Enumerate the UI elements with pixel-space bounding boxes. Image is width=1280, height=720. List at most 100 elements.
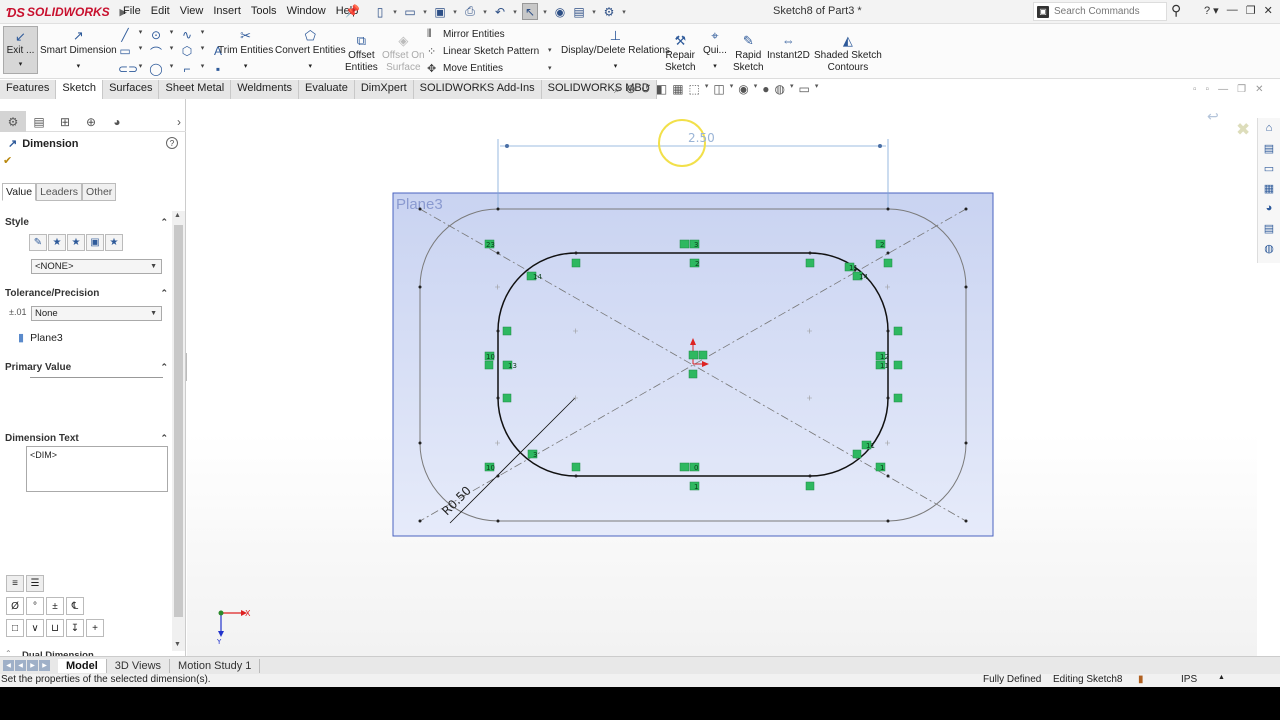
symbol-degree-button[interactable]: ° (26, 597, 44, 615)
rectangle-dropdown-icon[interactable]: ▾ (138, 44, 143, 61)
scroll-down-icon[interactable]: ▼ (174, 641, 181, 648)
trim-entities-button[interactable]: ✂ Trim Entities ▾ (218, 28, 273, 73)
collapse-icon[interactable]: ⌃ (160, 433, 168, 444)
undo-icon[interactable]: ↶ (492, 3, 508, 20)
exit-sketch-button[interactable]: ↙ Exit ... ▾ (3, 26, 38, 74)
slot-dropdown-icon[interactable]: ▾ (138, 62, 143, 76)
subtab-other[interactable]: Other (82, 183, 117, 201)
options-dropdown-icon[interactable]: ▾ (620, 3, 628, 20)
section-view-icon[interactable]: ◧ (656, 82, 667, 97)
rebuild-icon[interactable]: ◉ (552, 3, 568, 20)
graphics-area[interactable]: Plane3 R0.50 2.50 23 3 2 2 11 14 14 10 1… (187, 99, 1257, 656)
scroll-up-icon[interactable]: ▲ (174, 212, 181, 219)
sketch-canvas[interactable]: Plane3 R0.50 2.50 23 3 2 2 11 14 14 10 1… (187, 99, 1257, 656)
cancel-corner-icon[interactable]: ✖ (1236, 120, 1250, 140)
appearances-icon[interactable]: ◕ (1261, 200, 1277, 216)
feature-manager-tab-icon[interactable]: ⚙ (0, 111, 26, 132)
ellipse-dropdown-icon[interactable]: ▾ (169, 62, 174, 76)
mirror-entities-button[interactable]: ⫴ Mirror Entities (427, 28, 505, 41)
collapse-icon[interactable]: ⌃ (160, 362, 168, 373)
exit-sketch-dropdown-icon[interactable]: ▾ (19, 60, 23, 68)
polygon-dropdown-icon[interactable]: ▾ (200, 44, 205, 61)
tab-dimxpert[interactable]: DimXpert (354, 80, 414, 99)
zoom-to-fit-icon[interactable]: ⌕ (614, 82, 621, 97)
options-gear-icon[interactable]: ⚙ (601, 3, 617, 20)
dimension-text-field[interactable]: <DIM> (26, 446, 168, 492)
instant2d-button[interactable]: ⇔ Instant2D (767, 33, 810, 62)
circle-dropdown-icon[interactable]: ▾ (169, 28, 174, 42)
symbol-diameter-button[interactable]: Ø (6, 597, 24, 615)
solidworks-forum-icon[interactable]: ◍ (1261, 240, 1277, 256)
circle-icon[interactable]: ⊙ (149, 28, 163, 42)
align-left-icon[interactable]: ≡ (6, 575, 24, 592)
undo-dropdown-icon[interactable]: ▾ (511, 3, 519, 20)
repair-sketch-button[interactable]: ⚒ Repair Sketch (665, 33, 696, 74)
offset-on-surface-button[interactable]: ◈ Offset On Surface (382, 33, 425, 74)
doc-tile2-icon[interactable]: ▫ (1206, 84, 1210, 95)
offset-entities-button[interactable]: ⧉ Offset Entities (345, 33, 378, 74)
help-button[interactable]: ? ▾ (1204, 4, 1219, 17)
subtab-leaders[interactable]: Leaders (36, 183, 83, 201)
open-dropdown-icon[interactable]: ▾ (421, 3, 429, 20)
polygon-icon[interactable]: ⬡ (180, 44, 194, 61)
tab-surfaces[interactable]: Surfaces (103, 80, 160, 99)
menu-edit[interactable]: Edit (146, 4, 175, 18)
property-manager-tab-icon[interactable]: ▤ (26, 111, 52, 132)
custom-properties-icon[interactable]: ▤ (1261, 220, 1277, 236)
view-orientation-dropdown-icon[interactable]: ▾ (705, 82, 709, 97)
file-explorer-icon[interactable]: ▭ (1261, 160, 1277, 176)
doc-tile-icon[interactable]: ▫ (1193, 84, 1197, 95)
restore-icon[interactable]: ❐ (1246, 4, 1256, 17)
tab-addins[interactable]: SOLIDWORKS Add-Ins (413, 80, 542, 99)
minimize-icon[interactable]: — (1227, 4, 1238, 17)
rapid-sketch-button[interactable]: ✎ Rapid Sketch (733, 33, 764, 74)
view-settings-icon[interactable]: ▭ (799, 82, 810, 97)
rectangle-icon[interactable]: ▭ (118, 44, 132, 61)
symbol-counterbore-button[interactable]: ⊔ (46, 619, 64, 637)
quick-snaps-button[interactable]: ⌖ Qui... ▾ (703, 28, 727, 73)
hide-show-items-icon[interactable]: ◉ (738, 82, 748, 97)
confirmation-corner-icon[interactable]: ↩ (1207, 108, 1219, 125)
menu-insert[interactable]: Insert (208, 4, 246, 18)
next-tab-icon[interactable]: ▶ (27, 660, 38, 671)
align-center-icon[interactable]: ☰ (26, 575, 44, 592)
apply-scene-icon[interactable]: ◍ (775, 82, 785, 97)
primary-value-group-header[interactable]: Primary Value ⌃ (5, 362, 168, 373)
display-manager-tab-icon[interactable]: ◕ (104, 111, 130, 132)
fillet-dropdown-icon[interactable]: ▾ (200, 62, 205, 76)
pm-help-button[interactable]: ? (166, 137, 178, 149)
slot-icon[interactable]: ⊂⊃ (118, 62, 138, 76)
line-icon[interactable]: ╱ (118, 28, 132, 42)
convert-dropdown-icon[interactable]: ▾ (309, 61, 313, 73)
file-properties-icon[interactable]: ▤ (571, 3, 587, 20)
spline-icon[interactable]: ∿ (180, 28, 194, 42)
open-folder-icon[interactable]: ▭ (402, 3, 418, 20)
zoom-to-area-icon[interactable]: ⊕ (626, 82, 636, 97)
tab-3d-views[interactable]: 3D Views (107, 658, 171, 673)
tab-features[interactable]: Features (0, 80, 57, 99)
view-palette-icon[interactable]: ▦ (1261, 180, 1277, 196)
view-settings-dropdown-icon[interactable]: ▾ (815, 82, 819, 97)
dimxpert-manager-tab-icon[interactable]: ⊕ (78, 111, 104, 132)
style-combo[interactable]: <NONE> ▼ (31, 259, 162, 274)
smart-dimension-dropdown-icon[interactable]: ▾ (77, 61, 81, 73)
ellipse-icon[interactable]: ◯ (149, 62, 163, 76)
solidworks-logo[interactable]: ƊS SOLIDWORKS ▶ (6, 3, 127, 21)
select-arrow-icon[interactable]: ↖ (522, 3, 538, 20)
tolerance-combo[interactable]: None ▼ (31, 306, 162, 321)
doc-restore-icon[interactable]: ❐ (1237, 84, 1246, 95)
fillet-icon[interactable]: ⌐ (180, 62, 194, 76)
previous-view-icon[interactable]: ↺ (641, 82, 651, 97)
units-dropdown-icon[interactable]: ▲ (1218, 674, 1225, 681)
linear-pattern-dropdown-icon[interactable]: ▾ (548, 46, 552, 54)
pm-scroll-thumb[interactable] (174, 225, 183, 617)
save-icon[interactable]: ▣ (432, 3, 448, 20)
solidworks-resources-icon[interactable]: ⌂ (1261, 120, 1277, 136)
view-orientation-icon[interactable]: ⬚ (689, 82, 700, 97)
convert-entities-button[interactable]: ⬠ Convert Entities ▾ (275, 28, 346, 73)
scene-dropdown-icon[interactable]: ▾ (790, 82, 794, 97)
display-style-icon[interactable]: ◫ (713, 82, 724, 97)
dimension-text-group-header[interactable]: Dimension Text ⌃ (5, 433, 168, 444)
smart-dimension-button[interactable]: ↗ Smart Dimension ▾ (40, 28, 117, 73)
line-dropdown-icon[interactable]: ▾ (138, 28, 143, 42)
